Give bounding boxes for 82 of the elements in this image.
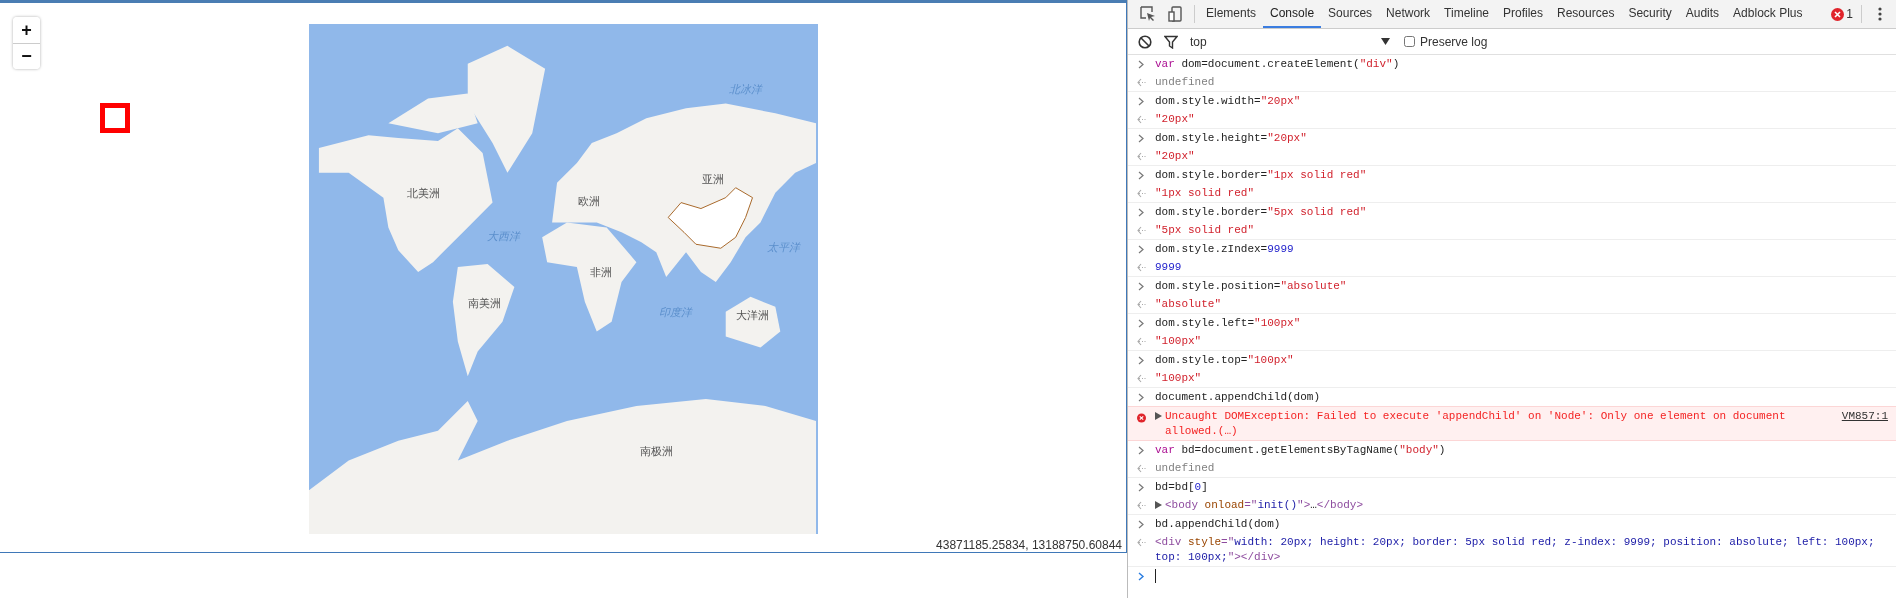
result-arrow-icon (1137, 263, 1146, 272)
result-text: "100px" (1155, 334, 1202, 349)
expand-triangle-icon[interactable] (1155, 501, 1162, 509)
prompt-chevron-icon (1137, 97, 1146, 106)
error-count[interactable]: 1 (1846, 7, 1853, 21)
command-text: var bd=document.getElementsByTagName("body") (1155, 443, 1446, 458)
prompt-chevron-icon (1137, 446, 1146, 455)
devtools-tab[interactable]: Elements (1199, 0, 1264, 28)
prompt-chevron-icon (1137, 245, 1146, 254)
device-mode-icon[interactable] (1168, 6, 1182, 22)
more-menu-icon[interactable] (1878, 6, 1882, 22)
command-text: dom.style.height="20px" (1155, 131, 1307, 146)
command-text: dom.style.width="20px" (1155, 94, 1301, 109)
result-text: 9999 (1155, 260, 1182, 275)
command-text: dom.style.left="100px" (1155, 316, 1301, 331)
result-arrow-icon (1137, 189, 1146, 198)
error-icon (1831, 7, 1845, 21)
command-text: dom.style.position="absolute" (1155, 279, 1347, 294)
prompt-chevron-icon (1137, 208, 1146, 217)
result-arrow-icon (1137, 501, 1146, 510)
prompt-chevron-icon (1137, 134, 1146, 143)
prompt-chevron-icon (1137, 483, 1146, 492)
devtools-tab[interactable]: Sources (1321, 0, 1380, 28)
command-text: bd.appendChild(dom) (1155, 517, 1281, 532)
devtools-tab[interactable]: Security (1621, 0, 1679, 28)
source-link[interactable]: VM857:1 (1841, 409, 1888, 424)
result-text: undefined (1155, 461, 1215, 476)
prompt-chevron-icon (1137, 393, 1146, 402)
prompt-chevron-icon (1137, 520, 1146, 529)
prompt-chevron-icon (1137, 572, 1146, 581)
result-arrow-icon (1137, 115, 1146, 124)
result-text: "absolute" (1155, 297, 1221, 312)
command-text: dom.style.border="5px solid red" (1155, 205, 1367, 220)
prompt-chevron-icon (1137, 171, 1146, 180)
result-arrow-icon (1137, 374, 1146, 383)
result-text: "100px" (1155, 371, 1202, 386)
result-text: "1px solid red" (1155, 186, 1255, 201)
command-text: dom.style.border="1px solid red" (1155, 168, 1367, 183)
appended-div-outline (100, 103, 130, 133)
devtools-tab[interactable]: Network (1379, 0, 1438, 28)
result-text: undefined (1155, 75, 1215, 90)
devtools-tab[interactable]: Console (1263, 0, 1322, 28)
result-arrow-icon (1137, 464, 1146, 473)
clear-console-icon[interactable] (1138, 34, 1152, 49)
command-text: document.appendChild(dom) (1155, 390, 1321, 405)
command-text: bd=bd[0] (1155, 480, 1208, 495)
context-selector[interactable]: top (1190, 34, 1390, 49)
result-text: <body onload="init()">…</body> (1165, 498, 1364, 513)
filter-icon[interactable] (1164, 34, 1178, 49)
result-arrow-icon (1137, 152, 1146, 161)
expand-triangle-icon[interactable] (1155, 412, 1162, 420)
result-arrow-icon (1137, 300, 1146, 309)
result-arrow-icon (1137, 78, 1146, 87)
dropdown-caret-icon (1381, 38, 1390, 45)
inspect-icon[interactable] (1140, 6, 1156, 22)
result-arrow-icon (1137, 337, 1146, 346)
context-label: top (1190, 34, 1207, 49)
command-text: var dom=document.createElement("div") (1155, 57, 1400, 72)
prompt-chevron-icon (1137, 282, 1146, 291)
result-arrow-icon (1137, 538, 1146, 547)
error-icon (1137, 412, 1146, 424)
zoom-in-button[interactable]: + (13, 17, 40, 43)
devtools-tab[interactable]: Adblock Plus (1726, 0, 1810, 28)
command-text: dom.style.zIndex=9999 (1155, 242, 1294, 257)
devtools-tab[interactable]: Timeline (1437, 0, 1496, 28)
prompt-chevron-icon (1137, 60, 1146, 69)
devtools-tab[interactable]: Resources (1550, 0, 1622, 28)
preserve-log-checkbox[interactable] (1404, 36, 1415, 47)
result-text: "20px" (1155, 112, 1195, 127)
error-message: Uncaught DOMException: Failed to execute 'appendChild' on 'Node': Only one element on document allowed.(…) (1165, 409, 1787, 439)
zoom-out-button[interactable]: − (13, 43, 40, 69)
devtools-tab[interactable]: Audits (1678, 0, 1727, 28)
coordinates-readout: 43871185.25834, 13188750.60844 (936, 538, 1122, 552)
prompt-chevron-icon (1137, 319, 1146, 328)
result-text: <div style="width: 20px; height: 20px; border: 5px solid red; z-index: 9999; position: absolute; left: 100px; top: 100px;"></div> (1155, 535, 1876, 565)
result-arrow-icon (1137, 226, 1146, 235)
result-text: "20px" (1155, 149, 1195, 164)
devtools-tab[interactable]: Profiles (1496, 0, 1551, 28)
result-text: "5px solid red" (1155, 223, 1255, 238)
command-text: dom.style.top="100px" (1155, 353, 1294, 368)
prompt-chevron-icon (1137, 356, 1146, 365)
preserve-log-label[interactable]: Preserve log (1420, 34, 1488, 49)
